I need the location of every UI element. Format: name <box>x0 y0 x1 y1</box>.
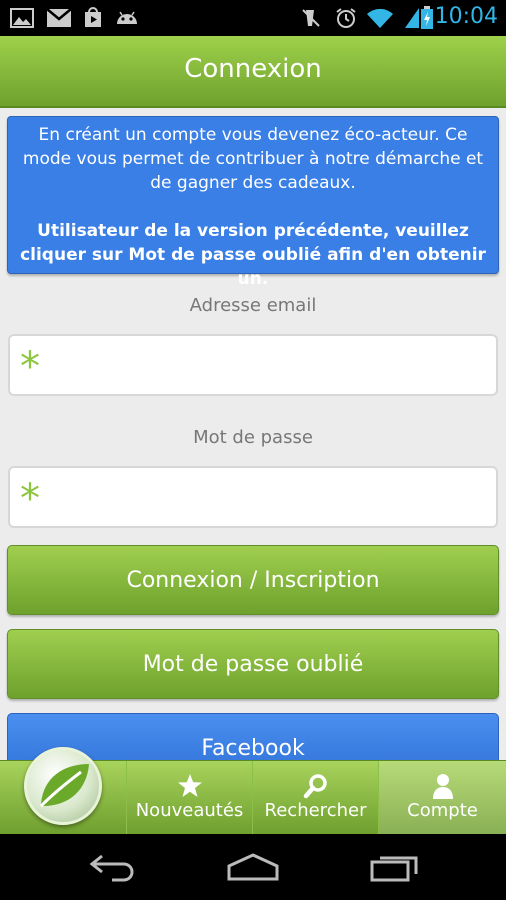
required-marker: * <box>20 344 40 390</box>
app-header: Connexion <box>0 36 506 108</box>
tab-label: Rechercher <box>264 800 367 821</box>
page-title: Connexion <box>184 54 322 84</box>
home-icon[interactable] <box>226 852 280 886</box>
info-banner: En créant un compte vous devenez éco-act… <box>7 116 499 289</box>
user-icon <box>432 774 453 799</box>
required-marker: * <box>20 476 40 522</box>
password-label: Mot de passe <box>193 427 313 448</box>
status-bar: 10:04 <box>0 0 506 36</box>
tab-label: Compte <box>407 800 478 821</box>
android-icon <box>114 7 140 29</box>
mute-icon <box>300 7 322 29</box>
forgot-password-button[interactable]: Mot de passe oublié <box>7 629 499 699</box>
status-time: 10:04 <box>434 4 498 29</box>
bottom-tab-bar: Nouveautés Rechercher Compte <box>0 747 506 835</box>
login-button[interactable]: Connexion / Inscription <box>7 545 499 615</box>
star-icon <box>177 774 202 797</box>
gallery-icon <box>10 7 34 29</box>
search-icon <box>303 774 327 799</box>
system-nav-bar <box>0 834 506 900</box>
email-field[interactable]: * <box>8 334 498 396</box>
recent-apps-icon[interactable] <box>370 852 420 886</box>
info-notice: Utilisateur de la version précédente, ve… <box>20 221 486 289</box>
leaf-logo <box>24 747 102 825</box>
battery-icon <box>420 6 434 29</box>
tab-rechercher[interactable]: Rechercher <box>252 761 378 835</box>
tab-label: Nouveautés <box>135 800 244 821</box>
play-store-icon <box>82 7 104 29</box>
alarm-icon <box>334 7 358 29</box>
gmail-icon <box>46 7 72 29</box>
back-icon[interactable] <box>88 852 136 886</box>
tab-compte[interactable]: Compte <box>378 761 506 835</box>
info-paragraph: En créant un compte vous devenez éco-act… <box>22 125 484 193</box>
tab-nouveautes[interactable]: Nouveautés <box>126 761 252 835</box>
password-field[interactable]: * <box>8 466 498 528</box>
leaf-icon <box>39 764 89 808</box>
home-tab[interactable] <box>0 747 126 835</box>
email-label: Adresse email <box>189 295 317 316</box>
cell-signal-icon <box>404 7 420 29</box>
wifi-icon <box>366 7 394 29</box>
